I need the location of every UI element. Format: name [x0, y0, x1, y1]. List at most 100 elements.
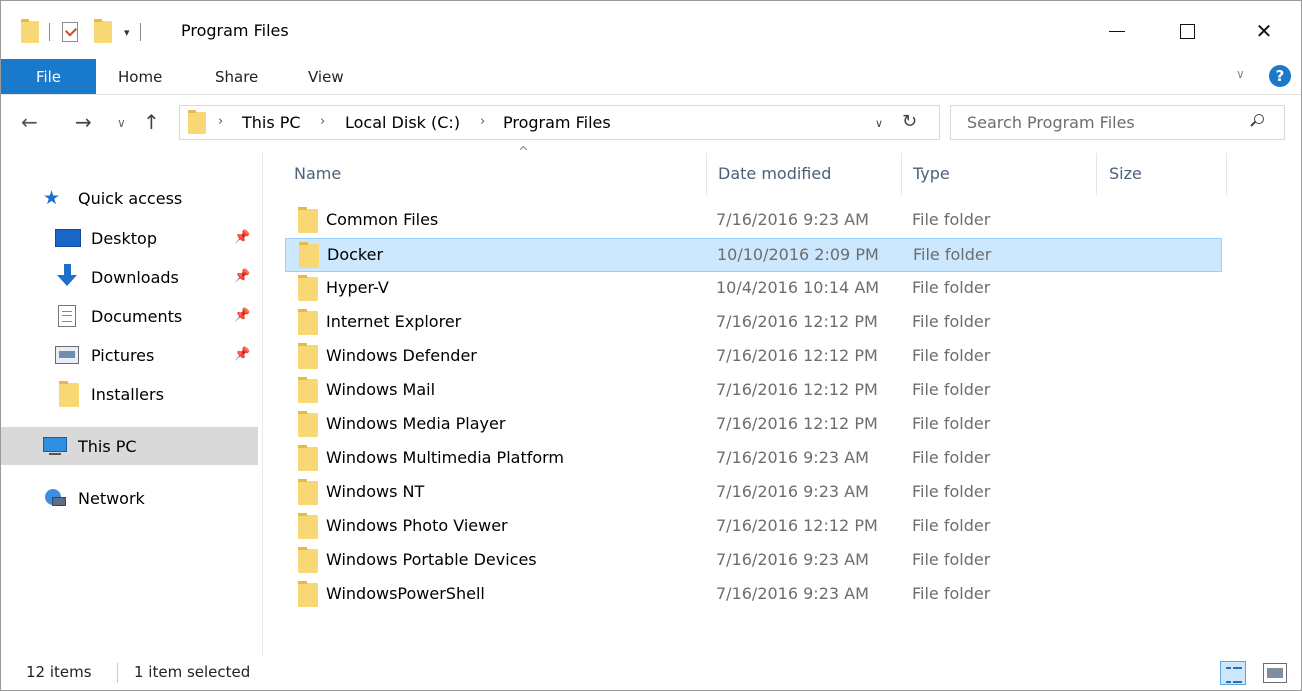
maximize-button[interactable] [1164, 11, 1210, 51]
up-arrow-icon[interactable]: ↑ [143, 110, 160, 134]
pin-icon[interactable]: 📌 [234, 269, 250, 284]
tab-home[interactable]: Home [118, 59, 162, 94]
file-name: Windows Media Player [326, 414, 506, 433]
tab-file[interactable]: File [1, 59, 96, 94]
file-type: File folder [912, 380, 991, 399]
folder-icon [298, 411, 318, 437]
column-header-name[interactable]: Name ^ [294, 145, 704, 195]
tab-share[interactable]: Share [215, 59, 258, 94]
chevron-right-icon[interactable]: › [480, 114, 485, 129]
pin-icon[interactable]: 📌 [234, 230, 250, 245]
column-header-size[interactable]: Size [1109, 151, 1219, 195]
details-view-icon[interactable] [1220, 661, 1246, 685]
sidebar-item-label: Desktop [91, 228, 157, 248]
navigation-bar: ← → ∨ ↑ › This PC › Local Disk (C:) › Pr… [1, 96, 1301, 150]
folder-icon [298, 207, 318, 233]
document-icon [58, 305, 76, 327]
search-icon[interactable] [1250, 114, 1265, 128]
file-name: Internet Explorer [326, 312, 462, 331]
desktop-icon [55, 229, 81, 247]
address-bar[interactable]: › This PC › Local Disk (C:) › Program Fi… [179, 105, 940, 140]
breadcrumb-program-files[interactable]: Program Files [503, 113, 611, 132]
pin-icon[interactable]: 📌 [234, 347, 250, 362]
search-placeholder: Search Program Files [967, 113, 1135, 132]
column-divider[interactable] [1226, 153, 1227, 195]
file-row[interactable]: Internet Explorer 7/16/2016 12:12 PM Fil… [285, 306, 1222, 340]
close-icon: ✕ [1255, 19, 1273, 43]
file-row[interactable]: WindowsPowerShell 7/16/2016 9:23 AM File… [285, 578, 1222, 612]
minimize-button[interactable] [1094, 11, 1140, 51]
sidebar-item-this-pc[interactable]: This PC [1, 427, 258, 465]
file-row[interactable]: Hyper-V 10/4/2016 10:14 AM File folder [285, 272, 1222, 306]
recent-locations-icon[interactable]: ∨ [117, 116, 126, 130]
file-row[interactable]: Windows Mail 7/16/2016 12:12 PM File fol… [285, 374, 1222, 408]
file-date-modified: 7/16/2016 9:23 AM [716, 550, 869, 569]
column-header-date-modified[interactable]: Date modified [718, 151, 898, 195]
sidebar-item-installers[interactable]: Installers [1, 375, 258, 413]
help-icon[interactable]: ? [1269, 65, 1291, 87]
minimize-icon [1109, 30, 1125, 32]
breadcrumb-local-disk[interactable]: Local Disk (C:) [345, 113, 460, 132]
folder-icon [298, 343, 318, 369]
file-type: File folder [912, 448, 991, 467]
back-arrow-icon[interactable]: ← [21, 110, 38, 134]
file-name: Windows NT [326, 482, 425, 501]
selection-count: 1 item selected [134, 663, 251, 681]
status-divider [117, 663, 118, 683]
chevron-right-icon[interactable]: › [320, 114, 325, 129]
sidebar-item-pictures[interactable]: Pictures 📌 [1, 336, 258, 374]
download-icon [56, 264, 78, 288]
file-row[interactable]: Windows Defender 7/16/2016 12:12 PM File… [285, 340, 1222, 374]
column-divider[interactable] [901, 153, 902, 195]
maximize-icon [1179, 23, 1195, 39]
file-row[interactable]: Common Files 7/16/2016 9:23 AM File fold… [285, 204, 1222, 238]
file-row[interactable]: Windows Portable Devices 7/16/2016 9:23 … [285, 544, 1222, 578]
sidebar-item-desktop[interactable]: Desktop 📌 [1, 219, 258, 257]
file-name: Windows Photo Viewer [326, 516, 508, 535]
file-row[interactable]: Windows Media Player 7/16/2016 12:12 PM … [285, 408, 1222, 442]
file-date-modified: 7/16/2016 12:12 PM [716, 380, 878, 399]
file-row[interactable]: Windows NT 7/16/2016 9:23 AM File folder [285, 476, 1222, 510]
forward-arrow-icon[interactable]: → [75, 110, 92, 134]
breadcrumb-this-pc[interactable]: This PC [242, 113, 301, 132]
new-folder-icon[interactable] [94, 19, 112, 43]
file-name: Windows Portable Devices [326, 550, 537, 569]
sidebar-item-label: Documents [91, 306, 183, 326]
close-button[interactable]: ✕ [1241, 11, 1287, 51]
file-date-modified: 7/16/2016 12:12 PM [716, 346, 878, 365]
expand-ribbon-icon[interactable]: ∨ [1236, 67, 1245, 81]
tab-view[interactable]: View [308, 59, 344, 94]
column-divider[interactable] [1096, 153, 1097, 195]
search-input[interactable]: Search Program Files [950, 105, 1285, 140]
folder-icon [298, 275, 318, 301]
chevron-right-icon[interactable]: › [218, 114, 223, 129]
file-type: File folder [912, 312, 991, 331]
file-row[interactable]: Windows Multimedia Platform 7/16/2016 9:… [285, 442, 1222, 476]
file-type: File folder [913, 245, 992, 264]
folder-icon [298, 547, 318, 573]
file-date-modified: 7/16/2016 9:23 AM [716, 210, 869, 229]
file-type: File folder [912, 482, 991, 501]
pin-icon[interactable]: 📌 [234, 308, 250, 323]
this-pc-icon [43, 437, 67, 455]
file-list: Name ^ Date modified Type Size Common Fi… [263, 145, 1301, 656]
sidebar-item-documents[interactable]: Documents 📌 [1, 297, 258, 335]
sidebar-item-quick-access[interactable]: ★ Quick access [1, 179, 258, 217]
column-divider[interactable] [706, 153, 707, 195]
file-type: File folder [912, 278, 991, 297]
properties-icon[interactable] [62, 22, 78, 42]
large-icons-view-icon[interactable] [1263, 663, 1287, 683]
file-row[interactable]: Windows Photo Viewer 7/16/2016 12:12 PM … [285, 510, 1222, 544]
column-header-type[interactable]: Type [913, 151, 1093, 195]
sidebar-item-label: This PC [78, 436, 137, 456]
customize-toolbar-icon[interactable]: ▾ [124, 26, 130, 39]
file-row-selected[interactable]: Docker 10/10/2016 2:09 PM File folder [285, 238, 1222, 272]
sidebar-item-label: Installers [91, 384, 164, 404]
sidebar-item-label: Downloads [91, 267, 179, 287]
chevron-down-icon[interactable]: ∨ [875, 117, 883, 130]
sidebar-item-network[interactable]: Network [1, 479, 258, 517]
folder-icon [21, 19, 39, 43]
sidebar-item-downloads[interactable]: Downloads 📌 [1, 258, 258, 296]
refresh-icon[interactable]: ↻ [902, 111, 917, 132]
file-type: File folder [912, 584, 991, 603]
